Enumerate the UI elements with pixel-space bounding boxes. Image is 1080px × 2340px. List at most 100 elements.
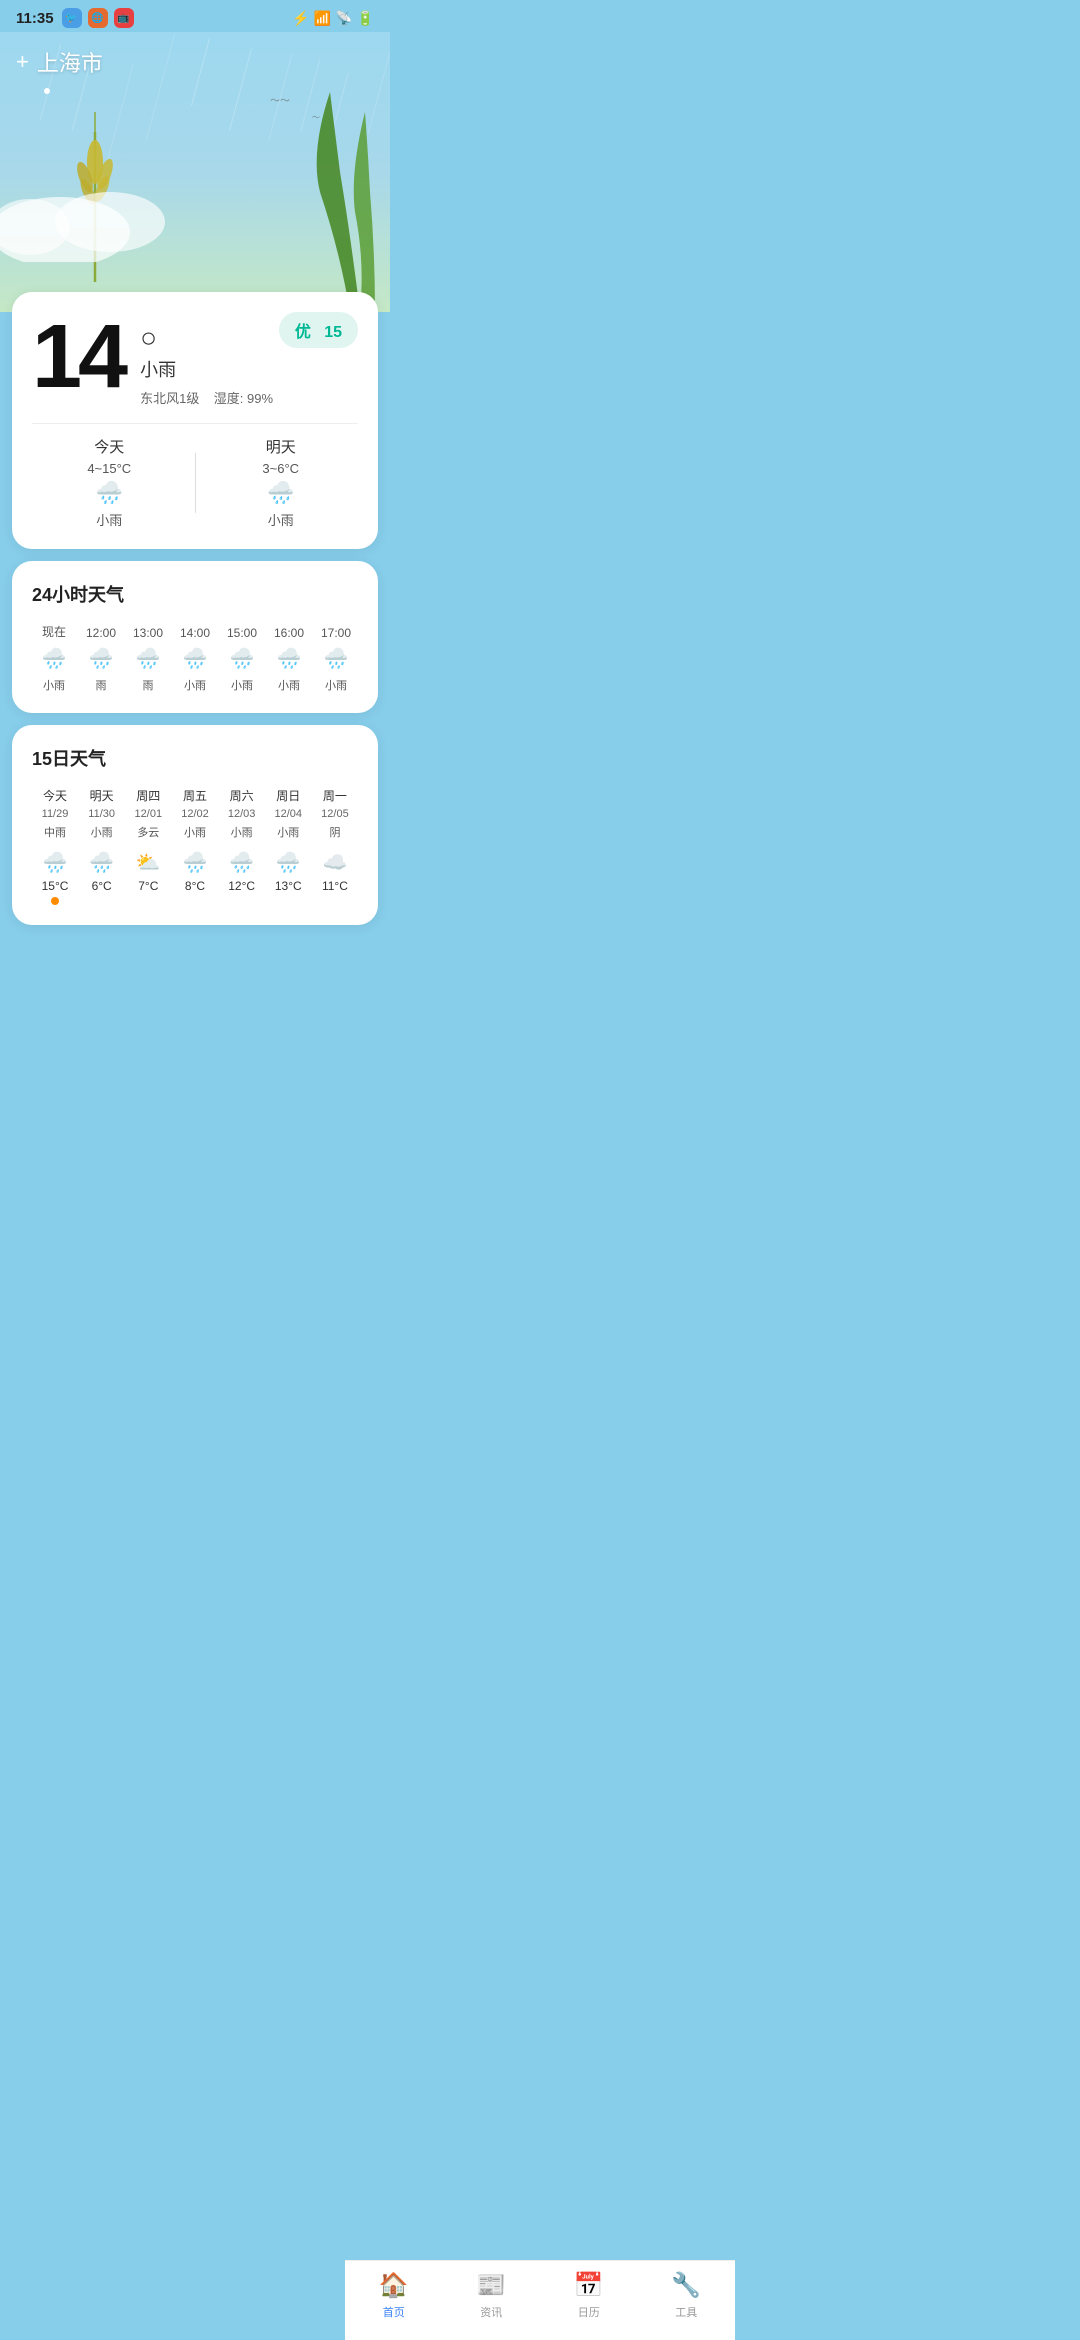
- hourly-time: 14:00: [180, 626, 210, 640]
- daily-weather-card: 15日天气 今天 11/29 中雨 🌧️ 15°C 明天 11/30 小雨 🌧️…: [12, 725, 378, 925]
- daily-weekday: 周一: [323, 787, 347, 804]
- tomorrow-forecast: 明天 3~6°C 🌧️ 小雨: [204, 436, 359, 529]
- daily-weekday: 今天: [43, 787, 67, 804]
- daily-weekday: 周六: [230, 787, 254, 804]
- hourly-weather-icon: 🌧️: [183, 646, 208, 671]
- nav-calendar[interactable]: 📅 日历: [574, 2271, 604, 2320]
- add-city-button[interactable]: +: [16, 49, 29, 75]
- screen-app-icon: 📺: [114, 8, 134, 28]
- today-condition: 小雨: [96, 510, 122, 529]
- hourly-condition: 小雨: [278, 677, 300, 693]
- daily-item: 周五 12/02 小雨 🌧️ 8°C: [172, 787, 218, 905]
- bottom-navigation: 🏠 首页 📰 资讯 📅 日历 🔧 工具: [345, 2260, 735, 2340]
- daily-date: 12/03: [228, 808, 256, 820]
- tomorrow-condition: 小雨: [268, 510, 294, 529]
- temperature-value: 14: [32, 307, 124, 407]
- condition-circle-icon: ○: [140, 322, 279, 354]
- humidity-info: 湿度: 99%: [214, 391, 273, 406]
- daily-condition-text: 小雨: [91, 824, 113, 840]
- nav-calendar-label: 日历: [578, 2304, 600, 2320]
- bird-app-icon: 🐦: [62, 8, 82, 28]
- hourly-weather-icon: 🌧️: [230, 646, 255, 671]
- hourly-row: 现在 🌧️ 小雨 12:00 🌧️ 雨 13:00 🌧️ 雨 14:00 🌧️ …: [32, 623, 358, 693]
- daily-temp: 12°C: [228, 879, 255, 893]
- today-tomorrow-row: 今天 4~15°C 🌧️ 小雨 明天 3~6°C 🌧️ 小雨: [32, 423, 358, 529]
- hourly-item: 14:00 🌧️ 小雨: [173, 626, 217, 693]
- home-icon: 🏠: [379, 2271, 409, 2300]
- city-header[interactable]: + 上海市: [16, 46, 103, 78]
- hourly-weather-icon: 🌧️: [89, 646, 114, 671]
- content-area: 14 ○ 小雨 东北风1级 湿度: 99% 优 15 今天 4~15°C: [0, 292, 390, 1017]
- hourly-weather-icon: 🌧️: [277, 646, 302, 671]
- hourly-condition: 小雨: [231, 677, 253, 693]
- today-dot: [51, 897, 59, 905]
- daily-weekday: 周日: [276, 787, 300, 804]
- daily-weekday: 明天: [90, 787, 114, 804]
- today-weather-icon: 🌧️: [96, 480, 123, 506]
- nav-home[interactable]: 🏠 首页: [379, 2271, 409, 2320]
- daily-condition-text: 小雨: [184, 824, 206, 840]
- city-name: 上海市: [37, 46, 103, 78]
- hourly-weather-card: 24小时天气 现在 🌧️ 小雨 12:00 🌧️ 雨 13:00 🌧️ 雨 14…: [12, 561, 378, 713]
- daily-item: 周四 12/01 多云 ⛅ 7°C: [125, 787, 171, 905]
- tomorrow-temp: 3~6°C: [262, 461, 299, 476]
- hourly-condition: 小雨: [184, 677, 206, 693]
- hourly-item: 12:00 🌧️ 雨: [79, 626, 123, 693]
- daily-date: 11/29: [42, 808, 69, 820]
- weather-meta: 东北风1级 湿度: 99%: [140, 388, 279, 407]
- status-icons-left: 🐦 🌐 📺: [62, 8, 134, 28]
- hourly-time: 17:00: [321, 626, 351, 640]
- weather-condition: 小雨: [140, 356, 279, 382]
- daily-weather-icon: ☁️: [322, 850, 347, 875]
- today-forecast: 今天 4~15°C 🌧️ 小雨: [32, 436, 187, 529]
- daily-weather-icon: 🌧️: [276, 850, 301, 875]
- tomorrow-label: 明天: [266, 436, 296, 457]
- nav-home-label: 首页: [383, 2304, 405, 2320]
- hourly-item: 15:00 🌧️ 小雨: [220, 626, 264, 693]
- cloud-background: [0, 162, 180, 262]
- tomorrow-weather-icon: 🌧️: [267, 480, 294, 506]
- aqi-label: 优: [295, 324, 311, 341]
- status-bar: 11:35 🐦 🌐 📺 ⚡ 📶 📡 🔋: [0, 0, 390, 32]
- hourly-item: 16:00 🌧️ 小雨: [267, 626, 311, 693]
- birds-decoration: 〜〜: [270, 92, 290, 107]
- hourly-item: 17:00 🌧️ 小雨: [314, 626, 358, 693]
- nav-news[interactable]: 📰 资讯: [476, 2271, 506, 2320]
- browser-app-icon: 🌐: [88, 8, 108, 28]
- daily-condition-text: 中雨: [44, 824, 66, 840]
- status-time: 11:35: [16, 10, 54, 27]
- hourly-item: 现在 🌧️ 小雨: [32, 623, 76, 693]
- temperature-display: 14: [32, 312, 124, 402]
- battery-icon: 🔋: [357, 10, 374, 27]
- weather-detail-right: ○ 小雨 东北风1级 湿度: 99%: [124, 312, 279, 407]
- daily-temp: 13°C: [275, 879, 302, 893]
- hourly-weather-icon: 🌧️: [136, 646, 161, 671]
- daily-condition-text: 小雨: [277, 824, 299, 840]
- daily-item: 周六 12/03 小雨 🌧️ 12°C: [219, 787, 265, 905]
- hourly-time: 13:00: [133, 626, 163, 640]
- aqi-value: 15: [324, 324, 342, 341]
- daily-weekday: 周四: [136, 787, 160, 804]
- daily-item: 周日 12/04 小雨 🌧️ 13°C: [265, 787, 311, 905]
- hourly-weather-icon: 🌧️: [42, 646, 67, 671]
- daily-date: 12/02: [181, 808, 209, 820]
- city-indicator-dot: [44, 88, 50, 94]
- daily-row: 今天 11/29 中雨 🌧️ 15°C 明天 11/30 小雨 🌧️ 6°C 周…: [32, 787, 358, 905]
- today-temp: 4~15°C: [87, 461, 131, 476]
- wind-info: 东北风1级: [140, 391, 199, 406]
- daily-date: 12/05: [321, 808, 349, 820]
- news-icon: 📰: [476, 2271, 506, 2300]
- signal-icon: 📡: [335, 10, 352, 27]
- daily-temp: 15°C: [42, 879, 69, 893]
- daily-date: 12/04: [275, 808, 303, 820]
- hourly-time: 12:00: [86, 626, 116, 640]
- calendar-icon: 📅: [574, 2271, 604, 2300]
- hourly-condition: 小雨: [325, 677, 347, 693]
- status-icons-right: ⚡ 📶 📡 🔋: [292, 10, 374, 27]
- daily-item: 周一 12/05 阴 ☁️ 11°C: [312, 787, 358, 905]
- daily-temp: 6°C: [92, 879, 112, 893]
- daily-weather-icon: 🌧️: [229, 850, 254, 875]
- hourly-time: 16:00: [274, 626, 304, 640]
- nav-tools[interactable]: 🔧 工具: [671, 2271, 701, 2320]
- bluetooth-icon: ⚡: [292, 10, 309, 27]
